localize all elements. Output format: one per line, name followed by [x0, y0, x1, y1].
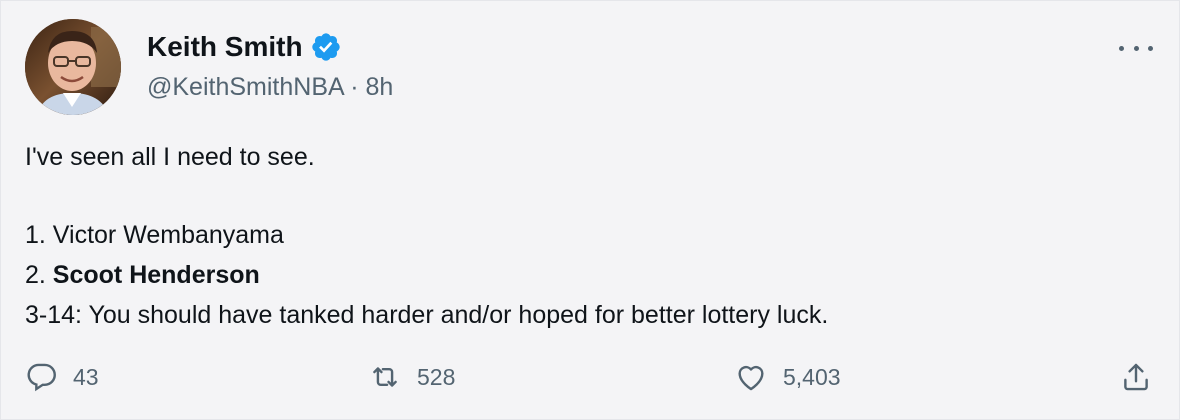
like-button[interactable]: 5,403 — [733, 355, 841, 399]
heart-icon — [738, 365, 764, 391]
more-dot — [1133, 45, 1139, 51]
list-item-1-name: Victor Wembanyama — [52, 221, 284, 249]
tweet-text: I've seen all I need to see. 1. Victor W… — [25, 137, 1145, 335]
list-item-2: 2. Scoot Henderson — [25, 255, 1145, 295]
more-dot — [1119, 45, 1124, 51]
list-item-1: 1. Victor Wembanyama — [25, 215, 1145, 255]
reply-icon — [27, 363, 56, 392]
author-name-row: Keith Smith — [147, 29, 342, 65]
tweet-line-1: I've seen all I need to see. — [25, 143, 315, 171]
avatar-photo — [25, 19, 121, 115]
retweet-count: 528 — [417, 363, 456, 390]
tweet-card: Keith Smith @KeithSmithNBA · 8h I've see… — [0, 0, 1180, 420]
avatar[interactable] — [25, 19, 121, 115]
list-item-2-prefix: 2. — [25, 261, 53, 289]
share-icon — [1124, 363, 1148, 391]
retweet-icon — [373, 367, 397, 387]
reply-button[interactable]: 43 — [25, 355, 99, 399]
action-bar: 43 528 5,403 — [1, 355, 1180, 399]
like-count: 5,403 — [783, 363, 841, 390]
more-dot — [1148, 45, 1153, 51]
more-options-icon[interactable] — [1119, 39, 1153, 57]
tweet-timestamp[interactable]: 8h — [366, 73, 394, 101]
reply-count: 43 — [73, 363, 99, 390]
author-handle-row: @KeithSmithNBA · 8h — [147, 73, 393, 102]
share-button[interactable] — [1119, 355, 1153, 399]
list-item-1-prefix: 1. — [25, 221, 53, 249]
author-name[interactable]: Keith Smith — [147, 33, 303, 61]
retweet-button[interactable]: 528 — [367, 355, 455, 399]
tweet-line-3: 3-14: You should have tanked harder and/… — [25, 301, 829, 329]
list-item-2-name: Scoot Henderson — [52, 261, 260, 289]
author-handle[interactable]: @KeithSmithNBA — [147, 73, 343, 101]
handle-separator: · — [350, 73, 359, 101]
verified-badge-icon — [311, 33, 340, 61]
